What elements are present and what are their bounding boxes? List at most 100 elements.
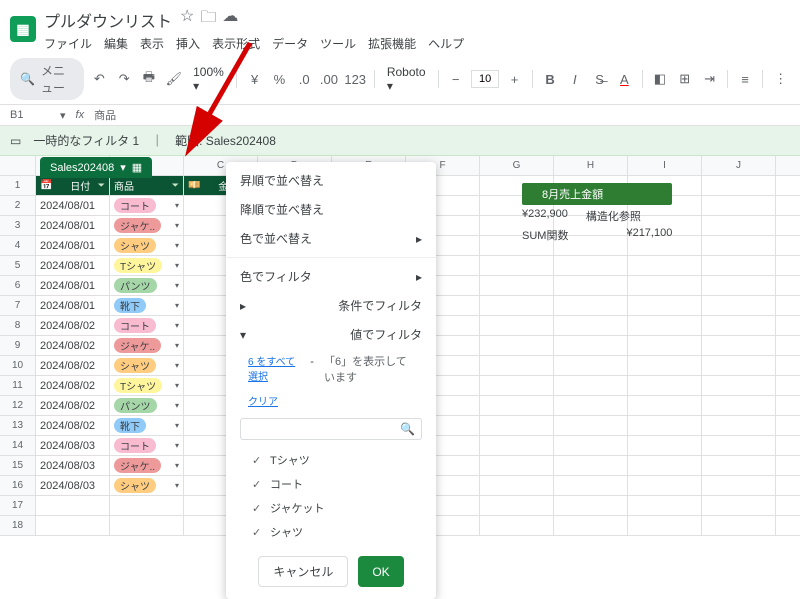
col-H[interactable]: H: [554, 156, 628, 175]
italic-icon[interactable]: I: [565, 67, 584, 91]
percent-icon[interactable]: %: [270, 67, 289, 91]
filter-by-condition[interactable]: ▸ 条件でフィルタ: [226, 291, 436, 320]
star-icon[interactable]: ☆: [180, 6, 194, 33]
zoom-select[interactable]: 100% ▾: [189, 63, 228, 95]
bold-icon[interactable]: B: [541, 67, 560, 91]
cell-date[interactable]: 2024/08/01: [36, 236, 110, 255]
cell-product[interactable]: 靴下▾: [110, 296, 184, 315]
menu-insert[interactable]: 挿入: [176, 35, 200, 52]
paint-format-icon[interactable]: 🖌: [164, 67, 183, 91]
cell-product[interactable]: シャツ▾: [110, 236, 184, 255]
dropdown-arrow-icon[interactable]: ▾: [175, 241, 179, 250]
folder-move-icon[interactable]: 🗀: [200, 6, 216, 33]
cell-product[interactable]: コート▾: [110, 436, 184, 455]
dropdown-arrow-icon[interactable]: ▾: [175, 281, 179, 290]
cell-product[interactable]: シャツ▾: [110, 356, 184, 375]
cell-product[interactable]: ジャケ..▾: [110, 456, 184, 475]
col-I[interactable]: I: [628, 156, 702, 175]
filter-range[interactable]: 範囲: Sales202408: [175, 132, 276, 149]
filter-glyph-icon[interactable]: ⏷: [172, 180, 179, 191]
filter-glyph-icon[interactable]: ⏷: [98, 180, 105, 191]
sort-asc[interactable]: 昇順で並べ替え: [226, 166, 436, 195]
menu-edit[interactable]: 編集: [104, 35, 128, 52]
ok-button[interactable]: OK: [358, 556, 403, 587]
dropdown-arrow-icon[interactable]: ▾: [175, 401, 179, 410]
col-J[interactable]: J: [702, 156, 776, 175]
cell-date[interactable]: 2024/08/02: [36, 376, 110, 395]
cell-product[interactable]: Tシャツ▾: [110, 256, 184, 275]
font-dec-icon[interactable]: −: [446, 67, 465, 91]
cell-product[interactable]: シャツ▾: [110, 476, 184, 495]
menu-view[interactable]: 表示: [140, 35, 164, 52]
clear-link[interactable]: クリア: [248, 393, 278, 408]
dropdown-arrow-icon[interactable]: ▾: [175, 381, 179, 390]
cell-product[interactable]: コート▾: [110, 316, 184, 335]
dec-increase-icon[interactable]: .00: [320, 67, 339, 91]
menu-file[interactable]: ファイル: [44, 35, 92, 52]
temp-filter-label[interactable]: 一時的なフィルタ 1: [33, 132, 139, 149]
redo-icon[interactable]: ↷: [115, 67, 134, 91]
dropdown-arrow-icon[interactable]: ▾: [175, 481, 179, 490]
filter-option[interactable]: ✓コート: [226, 472, 436, 496]
cell-date[interactable]: 2024/08/03: [36, 476, 110, 495]
dropdown-arrow-icon[interactable]: ▾: [175, 361, 179, 370]
filter-by-color[interactable]: 色でフィルタ▸: [226, 262, 436, 291]
cell-date[interactable]: 2024/08/03: [36, 436, 110, 455]
cell-date[interactable]: 2024/08/02: [36, 316, 110, 335]
align-icon[interactable]: ≡: [736, 67, 755, 91]
dropdown-arrow-icon[interactable]: ▾: [175, 461, 179, 470]
filter-option[interactable]: ✓シャツ: [226, 520, 436, 544]
menu-extensions[interactable]: 拡張機能: [368, 35, 416, 52]
borders-icon[interactable]: ⊞: [675, 67, 694, 91]
more-formats-icon[interactable]: 123: [344, 67, 366, 91]
cell-product[interactable]: 靴下▾: [110, 416, 184, 435]
filter-search[interactable]: 🔍: [240, 418, 422, 440]
merge-icon[interactable]: ⇥: [700, 67, 719, 91]
cell-product[interactable]: Tシャツ▾: [110, 376, 184, 395]
cell-product[interactable]: コート▾: [110, 196, 184, 215]
doc-title[interactable]: プルダウンリスト: [44, 8, 172, 32]
dropdown-arrow-icon[interactable]: ▾: [175, 261, 179, 270]
menu-help[interactable]: ヘルプ: [428, 35, 464, 52]
cell-date[interactable]: 2024/08/01: [36, 216, 110, 235]
cell-date[interactable]: 2024/08/02: [36, 416, 110, 435]
dropdown-arrow-icon[interactable]: ▾: [175, 201, 179, 210]
cell-date[interactable]: 2024/08/02: [36, 336, 110, 355]
menu-data[interactable]: データ: [272, 35, 308, 52]
filter-option[interactable]: ✓Tシャツ: [226, 448, 436, 472]
menu-format[interactable]: 表示形式: [212, 35, 260, 52]
fill-color-icon[interactable]: ◧: [651, 67, 670, 91]
cancel-button[interactable]: キャンセル: [258, 556, 348, 587]
menu-tools[interactable]: ツール: [320, 35, 356, 52]
cell-date[interactable]: 2024/08/01: [36, 196, 110, 215]
cell-date[interactable]: 2024/08/01: [36, 276, 110, 295]
more-icon[interactable]: ⋮: [771, 67, 790, 91]
filter-search-input[interactable]: [247, 423, 400, 435]
currency-icon[interactable]: ¥: [245, 67, 264, 91]
name-box[interactable]: B1: [10, 109, 50, 121]
undo-icon[interactable]: ↶: [90, 67, 109, 91]
cell-date[interactable]: 2024/08/02: [36, 356, 110, 375]
cell-product[interactable]: ジャケ..▾: [110, 336, 184, 355]
dropdown-arrow-icon[interactable]: ▾: [175, 221, 179, 230]
cell-date[interactable]: 2024/08/03: [36, 456, 110, 475]
sheet-tab[interactable]: Sales202408 ▾ ▦: [40, 157, 152, 178]
hdr-date[interactable]: 日付: [70, 178, 90, 193]
strike-icon[interactable]: S̶: [590, 67, 609, 91]
print-icon[interactable]: 🖶: [140, 67, 159, 91]
font-size-input[interactable]: [471, 70, 499, 88]
select-all-link[interactable]: 6 をすべて選択: [248, 353, 300, 383]
cell-date[interactable]: 2024/08/01: [36, 256, 110, 275]
sort-desc[interactable]: 降順で並べ替え: [226, 195, 436, 224]
hdr-product[interactable]: 商品: [114, 178, 134, 193]
menu-search[interactable]: 🔍 メニュー: [10, 58, 84, 100]
dropdown-arrow-icon[interactable]: ▾: [175, 321, 179, 330]
cell-date[interactable]: 2024/08/02: [36, 396, 110, 415]
dropdown-arrow-icon[interactable]: ▾: [175, 341, 179, 350]
cell-date[interactable]: 2024/08/01: [36, 296, 110, 315]
formula-input[interactable]: 商品: [94, 107, 116, 123]
font-select[interactable]: Roboto ▾: [383, 63, 430, 95]
cell-product[interactable]: ジャケ..▾: [110, 216, 184, 235]
cell-product[interactable]: パンツ▾: [110, 396, 184, 415]
dec-decrease-icon[interactable]: .0: [295, 67, 314, 91]
